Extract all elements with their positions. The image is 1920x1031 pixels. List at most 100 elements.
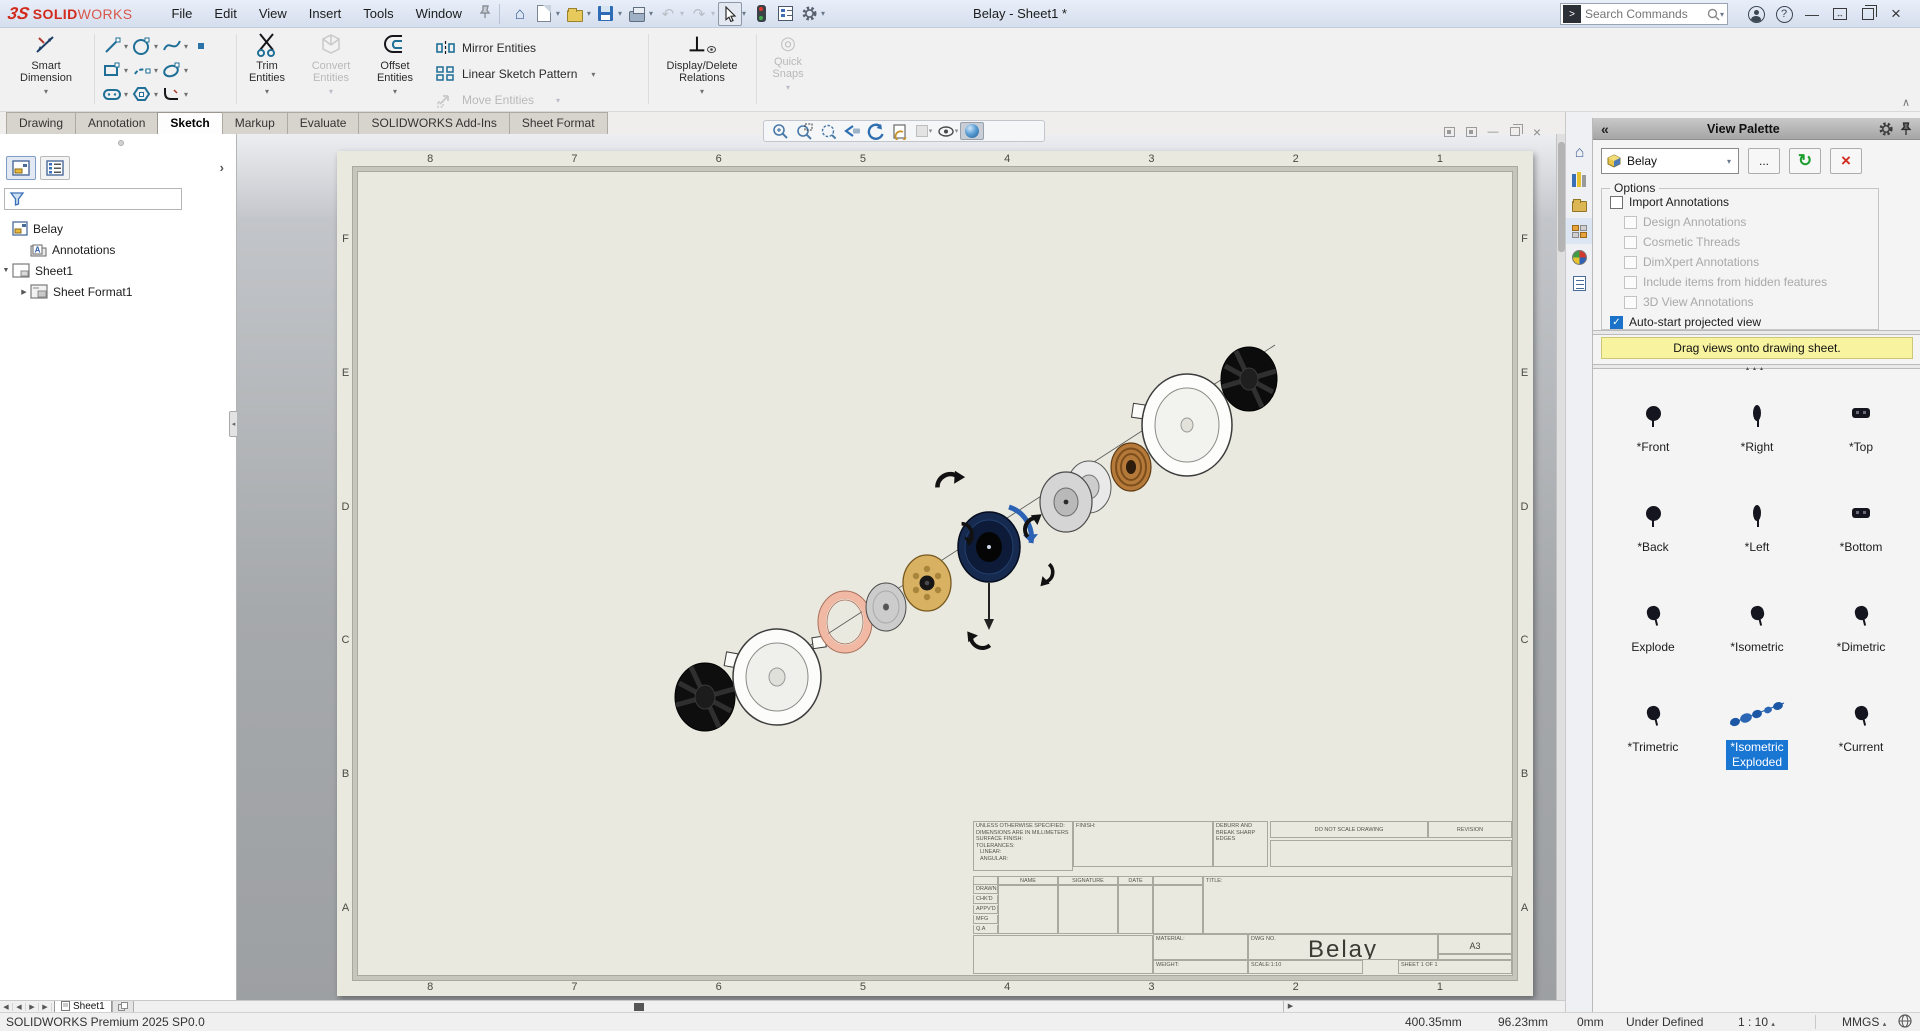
- search-commands-box[interactable]: > ▾: [1560, 3, 1728, 25]
- panel-expand-arrow[interactable]: ›: [220, 160, 224, 175]
- scale-dropdown-icon[interactable]: ▴: [1771, 1021, 1775, 1028]
- view-thumb-dimetric[interactable]: *Dimetric: [1809, 576, 1913, 676]
- first-sheet-button[interactable]: ◀: [0, 1003, 13, 1011]
- tab-annotation[interactable]: Annotation: [75, 112, 158, 134]
- view-thumb-top[interactable]: *Top: [1809, 376, 1913, 476]
- palette-splitter-handle[interactable]: ▴▴▴: [1593, 365, 1920, 372]
- auto-start-projected-checkbox[interactable]: ✓: [1610, 316, 1623, 329]
- tab-sketch[interactable]: Sketch: [157, 112, 222, 134]
- rebuild-button[interactable]: [749, 2, 773, 26]
- open-button[interactable]: [563, 2, 587, 26]
- save-button[interactable]: [594, 2, 618, 26]
- sheet-format-expander-icon[interactable]: ▶: [18, 288, 30, 296]
- line-tool-button[interactable]: ▾: [102, 36, 128, 56]
- select-dropdown-icon[interactable]: ▾: [742, 9, 746, 18]
- polygon-tool-button[interactable]: ▾: [132, 84, 158, 104]
- ribbon-collapse-icon[interactable]: ∧: [1902, 96, 1910, 109]
- line-dropdown-icon[interactable]: ▾: [124, 42, 128, 51]
- appearances-tab[interactable]: [1566, 244, 1593, 270]
- slot-dropdown-icon[interactable]: ▾: [124, 90, 128, 99]
- search-input[interactable]: [1585, 7, 1707, 21]
- user-account-button[interactable]: [1742, 2, 1770, 26]
- units-selector[interactable]: MMGS ▴: [1842, 1015, 1886, 1029]
- units-dropdown-icon[interactable]: ▴: [1883, 1021, 1887, 1028]
- split-display-button[interactable]: ↔: [1826, 2, 1854, 26]
- help-button[interactable]: ?: [1770, 2, 1798, 26]
- tree-item-annotations[interactable]: A Annotations: [0, 239, 236, 260]
- import-annotations-checkbox[interactable]: [1610, 196, 1623, 209]
- palette-pin-icon[interactable]: [1900, 122, 1912, 136]
- linear-sketch-pattern-button[interactable]: Linear Sketch Pattern ▾: [436, 62, 595, 86]
- tab-solidworks-addins[interactable]: SOLIDWORKS Add-Ins: [358, 112, 509, 134]
- restore-button[interactable]: [1854, 2, 1882, 26]
- zoom-to-fit-button[interactable]: [768, 122, 792, 140]
- view-palette-tab[interactable]: [1566, 218, 1593, 244]
- display-style-button[interactable]: ▾: [912, 122, 936, 140]
- previous-sheet-button[interactable]: ◀: [13, 1003, 26, 1011]
- save-dropdown-icon[interactable]: ▾: [618, 9, 622, 18]
- view-thumb-front[interactable]: *Front: [1601, 376, 1705, 476]
- view-thumb-right[interactable]: *Right: [1705, 376, 1809, 476]
- feature-tree-tab-button[interactable]: [6, 156, 36, 180]
- hide-show-items-button[interactable]: ▾: [936, 122, 960, 140]
- document-dropdown-icon[interactable]: ▾: [1727, 157, 1731, 166]
- previous-view-button[interactable]: [840, 122, 864, 140]
- new-dropdown-icon[interactable]: ▾: [556, 9, 560, 18]
- mirror-entities-button[interactable]: Mirror Entities: [436, 36, 536, 60]
- zoom-to-selection-button[interactable]: [816, 122, 840, 140]
- view-thumb-isometric-exploded[interactable]: *Isometric Exploded: [1705, 676, 1809, 776]
- doc-dock-left-button[interactable]: [1438, 124, 1460, 139]
- view-thumb-left[interactable]: *Left: [1705, 476, 1809, 576]
- drawing-sheet[interactable]: 87654321 87654321 FEDCBA FEDCBA: [337, 151, 1533, 996]
- scrollbar-divider[interactable]: ▶: [1283, 1001, 1297, 1012]
- tab-evaluate[interactable]: Evaluate: [287, 112, 360, 134]
- spline-tool-button[interactable]: ▾: [162, 36, 188, 56]
- tree-item-sheet1[interactable]: ▼ Sheet1: [0, 260, 236, 281]
- 3d-drawing-view-button[interactable]: [888, 122, 912, 140]
- display-pane-tab-button[interactable]: [40, 156, 70, 180]
- horizontal-scroll-thumb[interactable]: [634, 1003, 644, 1011]
- polygon-dropdown-icon[interactable]: ▾: [154, 90, 158, 99]
- view-thumb-bottom[interactable]: *Bottom: [1809, 476, 1913, 576]
- tree-item-sheet-format1[interactable]: ▶ Sheet Format1: [0, 281, 236, 302]
- menu-window[interactable]: Window: [405, 0, 473, 27]
- new-document-button[interactable]: [532, 2, 556, 26]
- doc-minimize-button[interactable]: —: [1482, 124, 1504, 139]
- collapse-panel-icon[interactable]: «: [1601, 121, 1609, 137]
- next-sheet-button[interactable]: ▶: [26, 1003, 39, 1011]
- circle-dropdown-icon[interactable]: ▾: [154, 42, 158, 51]
- pattern-dropdown-icon[interactable]: ▾: [591, 70, 595, 79]
- undo-button[interactable]: ↶: [656, 2, 680, 26]
- canvas-vertical-scrollbar[interactable]: [1556, 134, 1565, 1000]
- menu-view[interactable]: View: [248, 0, 298, 27]
- point-tool-button[interactable]: [198, 43, 204, 49]
- view-settings-button[interactable]: [960, 122, 984, 140]
- refresh-button[interactable]: ↻: [1789, 148, 1821, 174]
- document-selector[interactable]: Belay ▾: [1601, 148, 1739, 174]
- menu-edit[interactable]: Edit: [203, 0, 247, 27]
- zoom-to-area-button[interactable]: [792, 122, 816, 140]
- close-button[interactable]: ×: [1882, 2, 1910, 26]
- display-delete-relations-button[interactable]: ⊥ Display/Delete Relations ▾: [654, 32, 750, 96]
- view-thumb-isometric[interactable]: *Isometric: [1705, 576, 1809, 676]
- convert-entities-button[interactable]: Convert Entities ▾: [300, 32, 362, 96]
- print-button[interactable]: [625, 2, 649, 26]
- add-sheet-button[interactable]: [112, 1001, 134, 1013]
- custom-properties-tab[interactable]: [1566, 270, 1593, 296]
- panel-splitter-dot[interactable]: [118, 140, 124, 146]
- fillet-dropdown-icon[interactable]: ▾: [184, 90, 188, 99]
- rotate-view-button[interactable]: [864, 122, 888, 140]
- doc-dock-right-button[interactable]: [1460, 124, 1482, 139]
- search-icon[interactable]: [1707, 8, 1720, 21]
- view-thumb-explode[interactable]: Explode: [1601, 576, 1705, 676]
- ellipse-dropdown-icon[interactable]: ▾: [184, 66, 188, 75]
- search-dropdown-icon[interactable]: ▾: [1720, 10, 1724, 19]
- home-button[interactable]: ⌂: [508, 2, 532, 26]
- file-explorer-tab[interactable]: [1566, 192, 1593, 218]
- sheet1-expander-icon[interactable]: ▼: [0, 267, 12, 274]
- options-dropdown-icon[interactable]: ▾: [821, 9, 825, 18]
- trim-dropdown-icon[interactable]: ▾: [265, 87, 269, 96]
- arc-tool-button[interactable]: ▾: [132, 60, 158, 80]
- file-properties-button[interactable]: [773, 2, 797, 26]
- doc-restore-button[interactable]: [1504, 124, 1526, 139]
